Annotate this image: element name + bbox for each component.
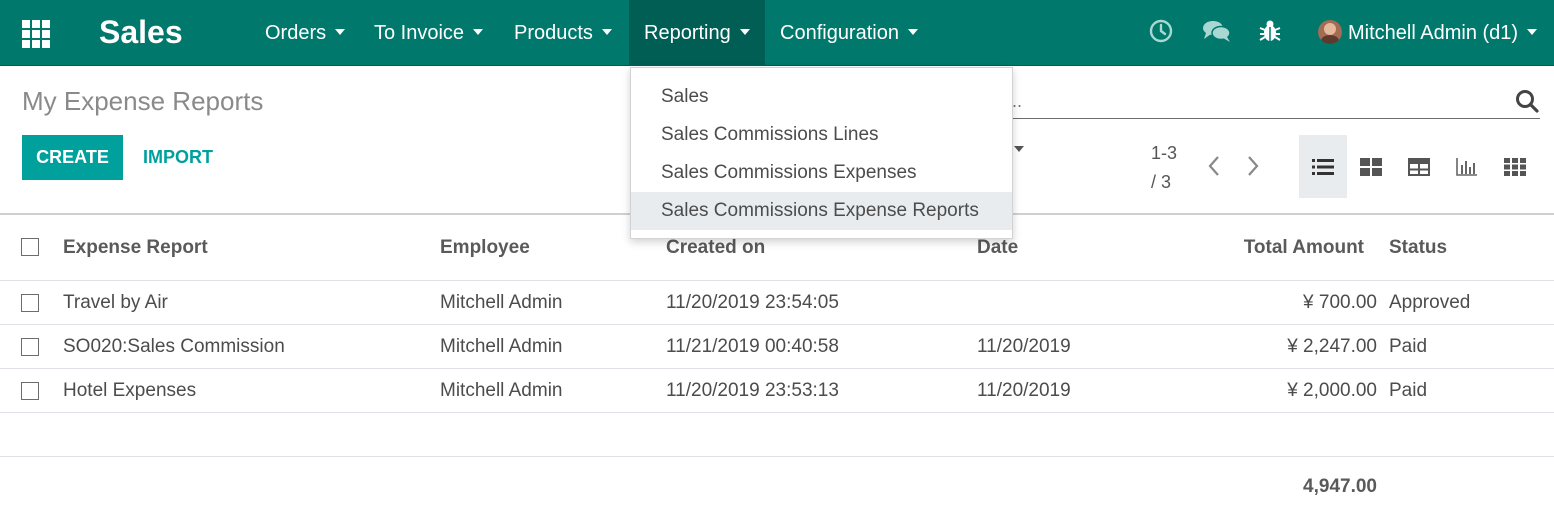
pivot-table-icon <box>1408 157 1430 176</box>
search-options-caret-icon[interactable] <box>1014 146 1024 152</box>
menu-configuration-label: Configuration <box>780 22 899 44</box>
user-menu[interactable]: Mitchell Admin (d1) <box>1318 0 1538 66</box>
caret-down-icon <box>335 28 346 35</box>
cell-created-on: 11/20/2019 23:53:13 <box>666 379 839 401</box>
debug-bug-icon[interactable] <box>1257 18 1283 44</box>
cell-status: Paid <box>1389 335 1428 357</box>
kanban-view-icon <box>1360 157 1382 176</box>
cell-employee: Mitchell Admin <box>440 291 563 313</box>
dropdown-item-sales-commissions-expenses[interactable]: Sales Commissions Expenses <box>631 154 1012 192</box>
dropdown-item-sales-commissions-lines[interactable]: Sales Commissions Lines <box>631 116 1012 154</box>
graph-view-button[interactable] <box>1443 135 1491 198</box>
cell-status: Approved <box>1389 291 1471 313</box>
table-row[interactable]: Hotel Expenses Mitchell Admin 11/20/2019… <box>0 369 1554 413</box>
menu-orders[interactable]: Orders <box>250 0 360 66</box>
cell-total-amount: ¥ 2,247.00 <box>1287 335 1377 357</box>
chevron-left-icon[interactable] <box>1204 152 1224 180</box>
menu-reporting-label: Reporting <box>644 22 731 44</box>
pager-range[interactable]: 1-3 <box>1151 139 1177 168</box>
activity-clock-icon[interactable] <box>1148 18 1174 44</box>
total-amount-sum: 4,947.00 <box>1303 476 1377 497</box>
dropdown-item-sales[interactable]: Sales <box>631 78 1012 116</box>
avatar <box>1318 19 1342 44</box>
apps-menu-icon[interactable] <box>22 20 50 48</box>
caret-down-icon <box>473 28 484 35</box>
pivot-view-button[interactable] <box>1395 135 1443 198</box>
cell-expense-report: Hotel Expenses <box>63 379 197 401</box>
menu-orders-label: Orders <box>265 22 327 44</box>
chevron-right-icon[interactable] <box>1243 152 1263 180</box>
cell-employee: Mitchell Admin <box>440 379 563 401</box>
list-view-button[interactable] <box>1299 135 1347 198</box>
user-name: Mitchell Admin (d1) <box>1348 22 1519 44</box>
breadcrumb: My Expense Reports <box>22 86 264 116</box>
grid-view-button[interactable] <box>1491 135 1539 198</box>
row-checkbox[interactable] <box>21 382 39 400</box>
kanban-view-button[interactable] <box>1347 135 1395 198</box>
cell-created-on: 11/20/2019 23:54:05 <box>666 291 839 313</box>
menu-products[interactable]: Products <box>499 0 627 66</box>
cell-created-on: 11/21/2019 00:40:58 <box>666 335 839 357</box>
menu-to-invoice[interactable]: To Invoice <box>359 0 498 66</box>
pager-total: / 3 <box>1151 172 1172 192</box>
search-bar <box>1010 84 1540 119</box>
cell-total-amount: ¥ 700.00 <box>1303 291 1377 313</box>
table-footer-border <box>0 456 1554 457</box>
caret-down-icon <box>1527 28 1538 35</box>
grid-icon <box>1504 157 1526 176</box>
menu-products-label: Products <box>514 22 593 44</box>
caret-down-icon <box>601 28 612 35</box>
row-checkbox[interactable] <box>21 338 39 356</box>
top-navbar: Sales Orders To Invoice Products Reporti… <box>0 0 1554 66</box>
menu-reporting[interactable]: Reporting <box>629 0 765 66</box>
cell-date: 11/20/2019 <box>977 335 1071 357</box>
column-header-employee[interactable]: Employee <box>440 215 530 280</box>
search-input[interactable] <box>1010 84 1504 119</box>
cell-employee: Mitchell Admin <box>440 335 563 357</box>
table-row[interactable]: SO020:Sales Commission Mitchell Admin 11… <box>0 325 1554 369</box>
list-view-icon <box>1312 158 1334 175</box>
column-header-expense-report[interactable]: Expense Report <box>63 215 208 280</box>
dropdown-item-sales-commissions-expense-reports[interactable]: Sales Commissions Expense Reports <box>631 192 1012 230</box>
cell-expense-report: Travel by Air <box>63 291 168 313</box>
reporting-dropdown-menu: Sales Sales Commissions Lines Sales Comm… <box>630 67 1013 239</box>
caret-down-icon <box>907 28 918 35</box>
menu-configuration[interactable]: Configuration <box>765 0 933 66</box>
pager: 1-3 / 3 <box>1151 139 1177 197</box>
cell-status: Paid <box>1389 379 1428 401</box>
row-checkbox[interactable] <box>21 294 39 312</box>
bar-chart-icon <box>1456 157 1477 176</box>
table-row[interactable]: Travel by Air Mitchell Admin 11/20/2019 … <box>0 281 1554 325</box>
app-brand: Sales <box>99 14 183 50</box>
cell-date: 11/20/2019 <box>977 379 1071 401</box>
caret-down-icon <box>739 28 750 35</box>
menu-to-invoice-label: To Invoice <box>374 22 465 44</box>
create-button[interactable]: CREATE <box>22 135 123 180</box>
search-icon[interactable] <box>1514 88 1540 114</box>
chat-messages-icon[interactable] <box>1202 18 1232 44</box>
column-header-status[interactable]: Status <box>1389 215 1447 280</box>
cell-total-amount: ¥ 2,000.00 <box>1287 379 1377 401</box>
select-all-checkbox[interactable] <box>21 238 39 256</box>
import-button[interactable]: IMPORT <box>143 135 213 180</box>
column-header-total-amount[interactable]: Total Amount <box>1180 215 1364 280</box>
cell-expense-report: SO020:Sales Commission <box>63 335 285 357</box>
